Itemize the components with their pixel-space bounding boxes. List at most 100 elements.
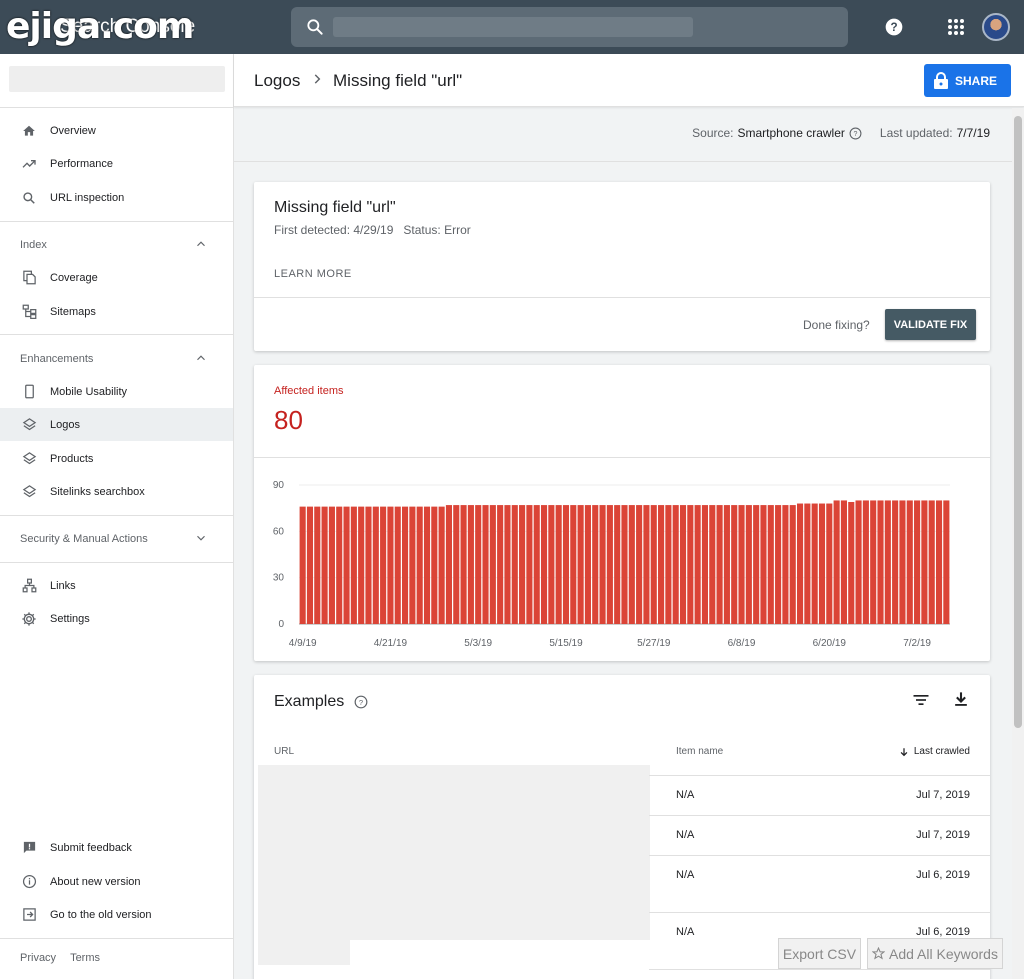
chart-bar[interactable] [782,505,789,624]
chart-bar[interactable] [416,506,423,624]
chart-bar[interactable] [475,505,482,624]
chart-bar[interactable] [453,505,460,624]
sidebar-section-security[interactable]: Security & Manual Actions [20,533,220,545]
sidebar-item-logos[interactable]: Logos [0,408,233,441]
chart-bar[interactable] [694,505,701,624]
chart-bar[interactable] [818,503,826,624]
chart-bar[interactable] [840,500,847,624]
chart-bar[interactable] [935,500,943,624]
column-header-url[interactable]: URL [274,746,294,757]
learn-more-link[interactable]: LEARN MORE [274,268,352,280]
chart-bar[interactable] [299,506,306,624]
chart-bar[interactable] [804,503,811,624]
sidebar-section-index[interactable]: Index [20,239,220,251]
validate-fix-button[interactable]: VALIDATE FIX [885,309,976,340]
privacy-link[interactable]: Privacy [20,952,56,964]
sidebar-item-url-inspection[interactable]: URL inspection [0,181,233,214]
chart-bar[interactable] [555,505,562,624]
chart-bar[interactable] [584,505,591,624]
apps-grid-icon[interactable] [944,15,968,39]
chart-bar[interactable] [914,500,921,624]
chart-bar[interactable] [679,505,687,624]
chart-bar[interactable] [497,505,504,624]
help-icon[interactable]: ? [882,15,906,39]
chart-bar[interactable] [423,506,431,624]
chart-bar[interactable] [599,505,606,624]
sidebar-item-sitemaps[interactable]: Sitemaps [0,295,233,328]
chart-bar[interactable] [540,505,548,624]
chart-bar[interactable] [870,500,877,624]
chart-bar[interactable] [709,505,716,624]
chart-bar[interactable] [489,505,496,624]
help-circle-icon[interactable]: ? [354,695,368,709]
chart-bar[interactable] [343,506,350,624]
chart-bar[interactable] [548,505,555,624]
chart-bar[interactable] [570,505,577,624]
chart-bar[interactable] [511,505,518,624]
sidebar-item-products[interactable]: Products [0,442,233,475]
chart-bar[interactable] [482,505,489,624]
chart-bar[interactable] [716,505,723,624]
chart-bar[interactable] [592,505,599,624]
sidebar-item-submit-feedback[interactable]: Submit feedback [0,831,233,864]
chart-bar[interactable] [467,505,474,624]
chart-bar[interactable] [796,503,804,624]
help-circle-icon[interactable]: ? [849,127,862,140]
chart-bar[interactable] [504,505,511,624]
chart-bar[interactable] [577,505,584,624]
chart-bar[interactable] [775,505,782,624]
chart-bar[interactable] [884,500,891,624]
sidebar-item-coverage[interactable]: Coverage [0,261,233,294]
chart-bar[interactable] [906,500,913,624]
scrollbar[interactable] [1012,108,1024,979]
chart-bar[interactable] [562,505,570,624]
chart-bar[interactable] [365,506,372,624]
chart-bar[interactable] [687,505,694,624]
property-selector[interactable] [9,66,225,92]
chart-bar[interactable] [892,500,899,624]
chart-bar[interactable] [789,505,796,624]
chart-bar[interactable] [519,505,526,624]
sidebar-item-mobile-usability[interactable]: Mobile Usability [0,375,233,408]
chart-bar[interactable] [701,505,709,624]
chart-bar[interactable] [862,500,869,624]
column-header-item-name[interactable]: Item name [676,746,723,757]
chart-bar[interactable] [402,506,409,624]
sidebar-section-enhancements[interactable]: Enhancements [20,353,220,365]
chart-bar[interactable] [826,503,833,624]
chart-bar[interactable] [848,501,855,624]
chart-bar[interactable] [636,505,643,624]
chart-bar[interactable] [745,505,752,624]
chart-bar[interactable] [606,505,613,624]
filter-icon[interactable] [911,690,931,710]
chart-bar[interactable] [321,506,328,624]
chart-bar[interactable] [877,500,884,624]
chart-bar[interactable] [628,505,635,624]
chart-bar[interactable] [328,506,335,624]
chart-bar[interactable] [380,506,387,624]
sidebar-item-old-version[interactable]: Go to the old version [0,898,233,931]
chart-bar[interactable] [306,506,314,624]
sidebar-item-overview[interactable]: Overview [0,114,233,147]
share-button[interactable]: SHARE [924,64,1011,97]
sidebar-item-sitelinks-searchbox[interactable]: Sitelinks searchbox [0,475,233,508]
chart-bar[interactable] [358,506,365,624]
chart-bar[interactable] [621,505,628,624]
chart-bar[interactable] [445,505,452,624]
column-header-last-crawled[interactable]: Last crawled [894,746,970,757]
avatar[interactable] [982,13,1010,41]
chart-bar[interactable] [723,505,730,624]
chart-bar[interactable] [658,505,665,624]
chart-bar[interactable] [350,506,357,624]
sidebar-item-performance[interactable]: Performance [0,147,233,180]
chart-bar[interactable] [387,506,394,624]
chart-bar[interactable] [438,506,445,624]
chart-bar[interactable] [672,505,679,624]
chart-bar[interactable] [767,505,774,624]
sidebar-item-links[interactable]: Links [0,569,233,602]
chart-bar[interactable] [336,506,343,624]
sidebar-item-about-new-version[interactable]: About new version [0,865,233,898]
sidebar-item-settings[interactable]: Settings [0,602,233,635]
chart-bar[interactable] [833,500,840,624]
chart-bar[interactable] [899,500,906,624]
